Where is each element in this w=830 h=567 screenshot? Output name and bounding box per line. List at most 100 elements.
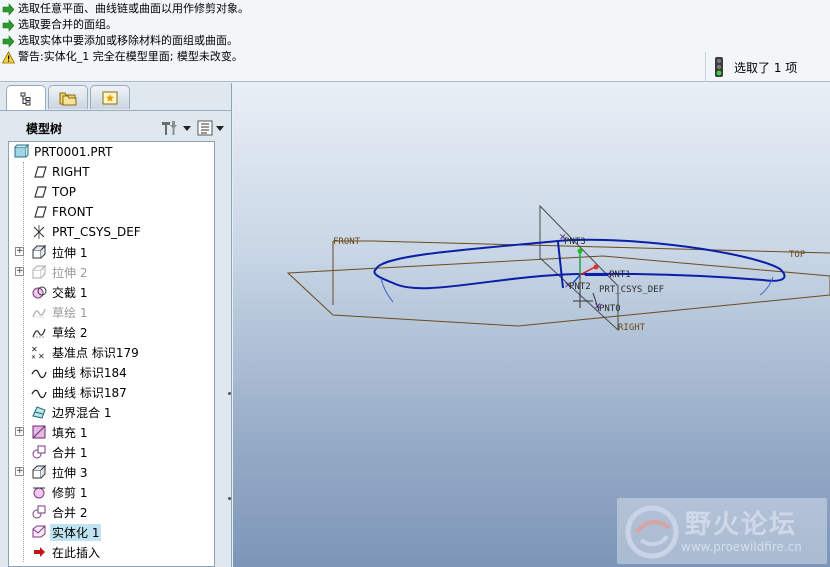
tree-settings-button[interactable] — [160, 119, 191, 137]
solidify-icon — [32, 525, 46, 538]
tree-item[interactable]: 合并 1 — [31, 442, 89, 462]
tab-model-tree[interactable] — [6, 85, 46, 111]
svg-text:✕: ✕ — [38, 352, 45, 360]
chevron-down-icon — [216, 125, 224, 131]
csys-icon — [33, 225, 45, 239]
panel-splitter[interactable] — [222, 348, 231, 438]
tree-item-label: TOP — [52, 185, 77, 199]
tree-item[interactable]: + 拉伸 1 — [15, 242, 89, 262]
tree-item[interactable]: TOP — [31, 182, 78, 202]
green-arrow-icon — [2, 18, 15, 32]
front-plane-edge — [372, 240, 830, 254]
csys-marker — [577, 248, 583, 254]
message-text: 选取任意平面、曲线链或曲面以用作修剪对象。 — [18, 2, 249, 15]
tree-item[interactable]: + 拉伸 2 — [15, 262, 89, 282]
tree-item[interactable]: 修剪 1 — [31, 482, 89, 502]
expand-toggle[interactable]: + — [15, 267, 24, 276]
chevron-down-icon — [183, 125, 191, 131]
top-plane-label: TOP — [789, 250, 806, 260]
tree-item-label: 交截 1 — [52, 285, 88, 300]
tree-item[interactable]: 在此插入 — [31, 542, 102, 562]
insert-here-icon — [34, 547, 45, 557]
selection-status-text: 选取了 1 项 — [734, 60, 798, 75]
tree-item[interactable]: 曲线 标识184 — [31, 362, 129, 382]
green-arrow-icon — [2, 2, 15, 16]
status-light-icon — [715, 57, 723, 77]
tree-item[interactable]: 交截 1 — [31, 282, 89, 302]
pnt0-label: PNT0 — [599, 304, 621, 314]
tree-item-label: 基准点 标识179 — [52, 345, 139, 360]
tree-item-label: PRT_CSYS_DEF — [52, 225, 141, 239]
tree-item[interactable]: 草绘 1 — [31, 302, 89, 322]
navigator-tabs — [6, 85, 132, 111]
tree-item-label: 草绘 2 — [52, 325, 88, 340]
tree-item[interactable]: RIGHT — [31, 162, 92, 182]
tab-folder-browser[interactable] — [48, 85, 88, 109]
curve-icon — [31, 389, 47, 399]
expand-toggle[interactable]: + — [15, 247, 24, 256]
watermark-title: 野火论坛 — [685, 510, 798, 540]
tree-item-label: 拉伸 2 — [52, 265, 88, 280]
csys-marker — [593, 264, 599, 270]
expand-toggle[interactable]: + — [15, 467, 24, 476]
tree-item-label: 曲线 标识184 — [52, 365, 127, 380]
model-scene[interactable]: ✕ ✕ ✕ ✕ FRONT TOP RIGHT PNT3 PNT1 PNT2 P… — [233, 83, 830, 567]
extrude-icon — [32, 264, 47, 279]
navigator-panel: 模型树 PRT0001.PRT RIGHT TOP FRONT PRT_CSYS_DE… — [0, 83, 232, 567]
tree-item-label: 边界混合 1 — [52, 405, 112, 420]
tree-item[interactable]: ✕ ✕ ✕ 基准点 标识179 — [31, 342, 141, 362]
tree-root[interactable]: PRT0001.PRT — [13, 142, 114, 162]
message-line: 选取任意平面、曲线链或曲面以用作修剪对象。 — [2, 1, 249, 17]
list-icon — [197, 120, 213, 136]
front-plane-label: FRONT — [333, 237, 361, 247]
datum-point-icon: ✕✕✕ — [31, 345, 45, 360]
datum-plane-icon — [34, 166, 47, 178]
tree-item[interactable]: + 填充 1 — [15, 422, 89, 442]
datum-plane-icon — [34, 186, 47, 198]
panel-title: 模型树 — [26, 121, 63, 136]
tree-item-label: 修剪 1 — [52, 485, 88, 500]
tree-item[interactable]: 边界混合 1 — [31, 402, 113, 422]
tools-icon — [162, 121, 177, 135]
extrude-icon — [32, 464, 47, 479]
forum-watermark: 野火论坛 www.proewildfire.cn — [617, 498, 827, 564]
tab-favorites[interactable] — [90, 85, 130, 109]
panel-splitter[interactable] — [222, 453, 231, 543]
tree-item-label: 拉伸 3 — [52, 465, 88, 480]
message-text: 选取要合并的面组。 — [18, 18, 117, 31]
tree-item[interactable]: 草绘 2 — [31, 322, 89, 342]
merge-icon — [32, 505, 46, 519]
tree-item-label: 草绘 1 — [52, 305, 88, 320]
sketch-icon — [32, 328, 46, 338]
selection-status[interactable]: 选取了 1 项 — [705, 52, 830, 82]
watermark-url: www.proewildfire.cn — [681, 540, 802, 554]
section-curve[interactable] — [557, 241, 564, 289]
tree-item[interactable]: 合并 2 — [31, 502, 89, 522]
right-plane-label: RIGHT — [618, 323, 646, 333]
message-line: 警告:实体化_1 完全在模型里面; 模型未改变。 — [2, 49, 243, 65]
tree-item-label: 在此插入 — [52, 545, 101, 560]
tree-item[interactable]: 实体化 1 — [31, 522, 102, 542]
tree-item[interactable]: FRONT — [31, 202, 95, 222]
fill-icon — [32, 425, 46, 439]
part-icon — [14, 144, 29, 158]
tree-show-button[interactable] — [197, 120, 224, 136]
svg-text:✕: ✕ — [31, 354, 36, 360]
top-datum-plane[interactable] — [286, 255, 830, 327]
tree-item[interactable]: + 拉伸 3 — [15, 462, 89, 482]
graphics-window[interactable]: ✕ ✕ ✕ ✕ FRONT TOP RIGHT PNT3 PNT1 PNT2 P… — [233, 83, 830, 567]
model-tree-icon — [20, 92, 31, 105]
boundary-blend-icon — [32, 406, 46, 419]
tree-item-label: FRONT — [52, 205, 93, 219]
expand-toggle[interactable]: + — [15, 427, 24, 436]
green-arrow-icon — [2, 34, 15, 48]
pnt1-label: PNT1 — [609, 270, 631, 280]
tree-item[interactable]: 曲线 标识187 — [31, 382, 129, 402]
tree-item-label: 曲线 标识187 — [52, 385, 127, 400]
curve-icon — [31, 369, 47, 379]
model-tree: PRT0001.PRT RIGHT TOP FRONT PRT_CSYS_DEF + 拉伸… — [8, 141, 215, 567]
tree-item[interactable]: PRT_CSYS_DEF — [31, 222, 143, 242]
favorites-icon — [102, 91, 118, 104]
tree-item-label: 填充 1 — [52, 425, 88, 440]
message-text: 选取实体中要添加或移除材料的面组或曲面。 — [18, 34, 238, 47]
